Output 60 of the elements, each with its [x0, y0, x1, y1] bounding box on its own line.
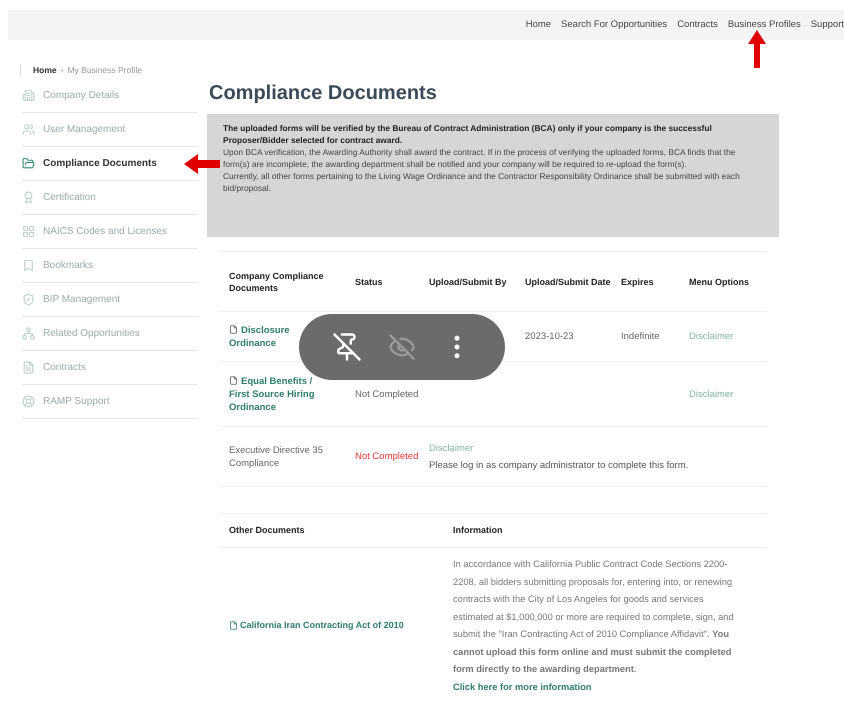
sidebar-item[interactable]: Company Details: [22, 88, 120, 103]
status-text: Not Completed: [355, 451, 418, 462]
page-title: Compliance Documents: [208, 81, 438, 106]
column-header: Upload/Submit By: [429, 276, 508, 288]
document-name: Executive Directive 35 Compliance: [229, 444, 324, 470]
pin-off-icon[interactable]: [332, 332, 362, 362]
column-header: Other Documents: [229, 524, 306, 537]
award-icon: [22, 190, 35, 204]
sidebar-item[interactable]: Contracts: [22, 360, 86, 375]
file-icon: [229, 376, 238, 386]
shield-icon: [22, 292, 35, 306]
disclaimer-link[interactable]: Disclaimer: [429, 442, 757, 454]
building-icon: [22, 88, 35, 102]
arrow-up-icon: [748, 30, 766, 68]
lifebuoy-icon: [22, 394, 35, 408]
document-link[interactable]: Equal Benefits / First Source Hiring Ordinance: [229, 374, 325, 414]
nav-link[interactable]: Support: [810, 18, 844, 32]
sidebar-item[interactable]: Compliance Documents: [22, 156, 157, 171]
sidebar-item[interactable]: RAMP Support: [22, 394, 110, 409]
sidebar-item[interactable]: NAICS Codes and Licenses: [22, 224, 167, 239]
nav-link[interactable]: Search For Opportunities: [561, 18, 668, 32]
file-icon: [229, 325, 238, 334]
sidebar-item[interactable]: BIP Management: [22, 292, 120, 307]
information-text: In accordance with California Public Contract Code Sections 2200-2208, all bidders submitting proposals for, entering into, or renewing contracts with the City of Los Angeles for goods and services estimated at $1,000,000 or more are required to complete, sign, and submit the "Iran Contracting Act of 2010 Compliance Affidavit". You cannot upload this form online and must submit the completed form directly to the awarding department.: [453, 558, 735, 676]
breadcrumb-link[interactable]: Home: [33, 64, 57, 77]
sidebar-item[interactable]: Bookmarks: [22, 258, 94, 273]
notice-text: The uploaded forms will be verified by the Bureau of Contract Administration (BCA) only if your company is the successful Proposer/Bidder selected for contract award.: [223, 122, 713, 146]
arrow-left-icon: [184, 154, 220, 174]
nav-link[interactable]: Home: [526, 18, 552, 32]
column-header: Company Compliance Documents: [229, 270, 325, 294]
grid-icon: [22, 224, 35, 238]
document-link[interactable]: Disclosure Ordinance: [229, 324, 293, 350]
table-cell: 2023-10-23: [525, 331, 574, 342]
breadcrumb-current: My Business Profile: [67, 64, 142, 77]
notice-text: Currently, all other forms pertaining to the Living Wage Ordinance and the Contractor Responsibility Ordinance shall be submitted with each bid/proposal.: [223, 170, 741, 194]
sidebar-item[interactable]: Related Opportunities: [22, 326, 140, 341]
column-header: Expires: [621, 276, 655, 288]
sidebar-item[interactable]: User Management: [22, 122, 126, 137]
bookmark-icon: [22, 258, 35, 272]
nav-link[interactable]: Business Profiles: [728, 18, 801, 32]
table-cell: Indefinite: [621, 331, 660, 342]
users-icon: [22, 122, 35, 136]
status-text: Not Completed: [355, 388, 418, 400]
network-icon: [22, 326, 35, 340]
column-header: Upload/Submit Date: [525, 276, 612, 288]
document-icon: [22, 360, 35, 374]
column-header: Menu Options: [689, 276, 750, 288]
disclaimer-link[interactable]: Disclaimer: [689, 388, 757, 400]
more-information-link[interactable]: Click here for more information: [453, 682, 592, 692]
column-header: Status: [355, 276, 384, 288]
breadcrumb-separator: ›: [60, 64, 64, 77]
note-text: Please log in as company administrator to complete this form.: [429, 458, 690, 472]
folder-icon: [22, 156, 35, 170]
notice-text: Upon BCA verification, the Awarding Authority shall award the contract. If in the process of verifying the uploaded forms, BCA finds that the form(s) are incomplete, the awarding department shall be notified and your company will be required to re-upload the form(s).: [223, 146, 736, 170]
document-link[interactable]: California Iran Contracting Act of 2010: [229, 617, 453, 635]
column-header: Information: [453, 524, 504, 537]
disclaimer-link[interactable]: Disclaimer: [689, 330, 757, 343]
file-icon: [229, 621, 238, 630]
nav-link[interactable]: Contracts: [677, 18, 718, 32]
sidebar-item[interactable]: Certification: [22, 190, 96, 205]
